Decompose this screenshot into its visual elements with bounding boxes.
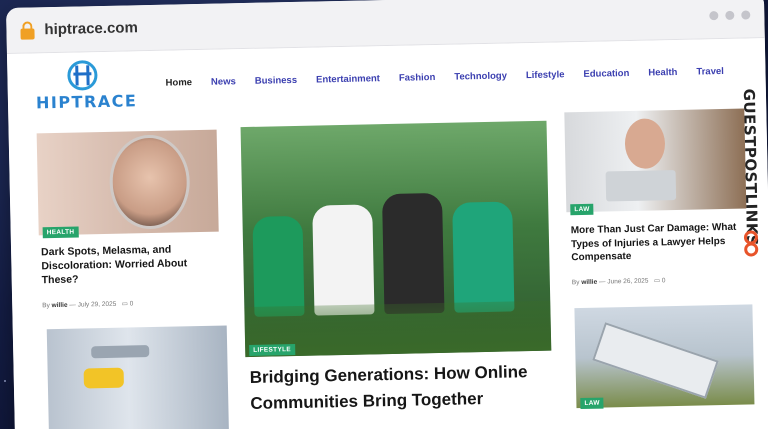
article-image-lawyer[interactable] (564, 108, 747, 213)
article-meta: By willie — July 29, 2025 ▭ 0 (42, 300, 134, 310)
category-badge[interactable]: HEALTH (42, 226, 79, 239)
author-link[interactable]: willie (581, 279, 597, 286)
nav-news[interactable]: News (211, 76, 236, 88)
browser-window: hiptrace.com HIPTRACE Home News Business… (6, 0, 768, 429)
window-dot-icon[interactable] (725, 10, 735, 20)
comment-icon: ▭ (653, 277, 661, 285)
window-controls (709, 10, 751, 21)
articles-area: HEALTH Dark Spots, Melasma, and Discolor… (8, 108, 768, 429)
url-text[interactable]: hiptrace.com (44, 19, 138, 38)
article-meta: By willie — June 26, 2025 ▭ 0 (571, 277, 666, 287)
link-icon (742, 230, 761, 260)
lock-icon (20, 20, 35, 40)
article-title[interactable]: More Than Just Car Damage: What Types of… (571, 220, 750, 264)
nav-home[interactable]: Home (165, 77, 192, 89)
author-link[interactable]: willie (52, 302, 68, 309)
feature-title[interactable]: Bridging Generations: How Online Communi… (250, 359, 551, 416)
site-page: HIPTRACE Home News Business Entertainmen… (6, 38, 768, 429)
nav-technology[interactable]: Technology (454, 70, 507, 82)
article-title[interactable]: Dark Spots, Melasma, and Discoloration: … (41, 242, 214, 288)
nav-education[interactable]: Education (583, 67, 629, 79)
logo-text: HIPTRACE (35, 91, 138, 113)
article-image-truck[interactable] (574, 304, 755, 409)
nav-business[interactable]: Business (255, 74, 297, 86)
category-badge[interactable]: LAW (570, 203, 594, 216)
article-image-skincare[interactable] (36, 129, 219, 236)
window-dot-icon[interactable] (741, 10, 751, 20)
article-image-group[interactable] (240, 120, 552, 358)
nav-lifestyle[interactable]: Lifestyle (526, 69, 565, 81)
comment-icon: ▭ (121, 300, 128, 308)
category-badge[interactable]: LAW (580, 397, 604, 410)
window-dot-icon[interactable] (709, 11, 719, 21)
site-logo[interactable]: HIPTRACE (35, 57, 138, 117)
main-nav: Home News Business Entertainment Fashion… (165, 65, 742, 88)
nav-travel[interactable]: Travel (696, 65, 724, 77)
nav-entertainment[interactable]: Entertainment (316, 73, 380, 85)
nav-fashion[interactable]: Fashion (399, 72, 436, 84)
article-image-industrial[interactable] (46, 325, 230, 429)
category-badge[interactable]: LIFESTYLE (249, 344, 296, 356)
nav-health[interactable]: Health (648, 66, 677, 78)
